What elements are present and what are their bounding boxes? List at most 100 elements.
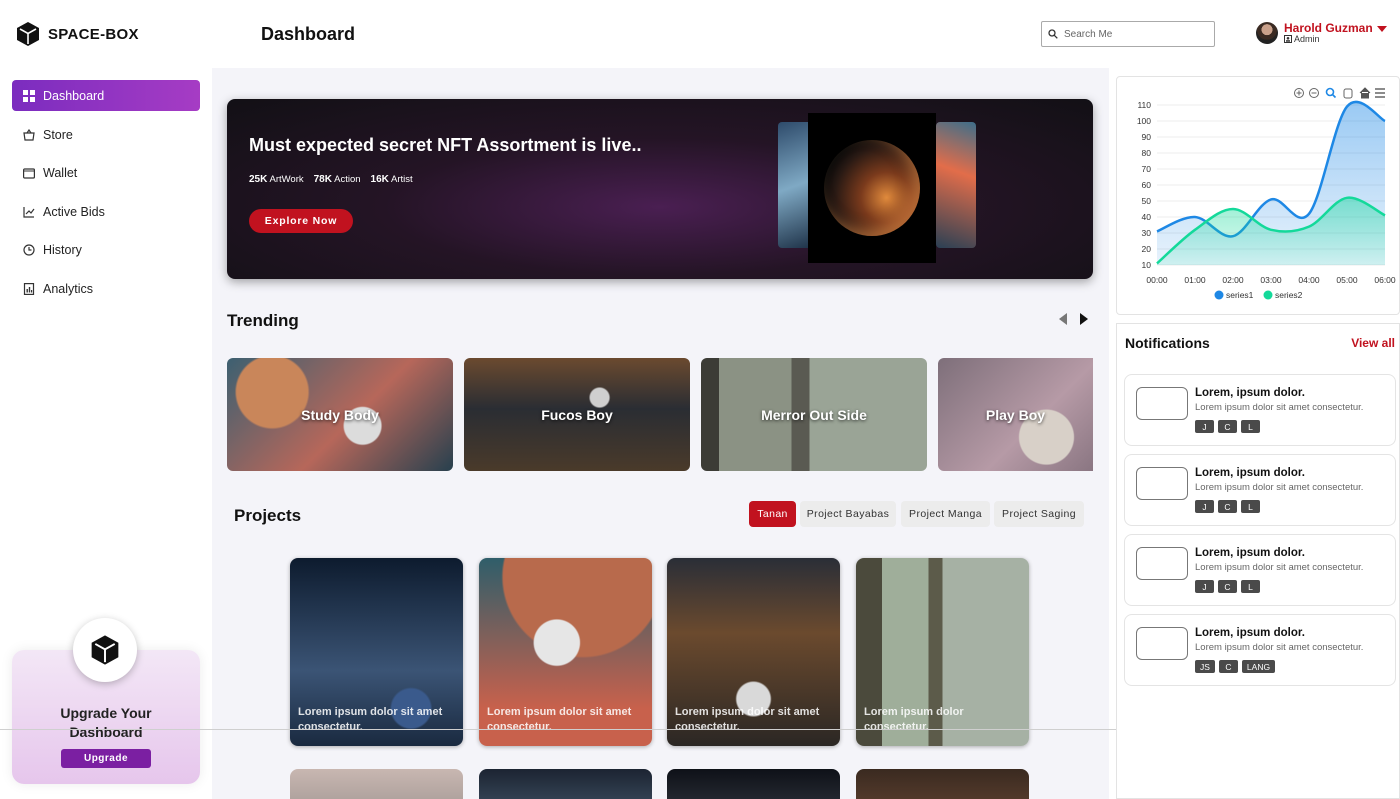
notification-tags: J C L — [1195, 420, 1260, 433]
y-tick-label: 90 — [1142, 132, 1152, 142]
filter-chip-saging[interactable]: Project Saging — [994, 501, 1084, 527]
explore-now-button[interactable]: Explore Now — [249, 209, 353, 233]
avatar — [1256, 22, 1278, 44]
notifications-panel: Notifications View all Lorem, ipsum dolo… — [1116, 323, 1400, 799]
notification-tags: J C L — [1195, 580, 1260, 593]
upgrade-button[interactable]: Upgrade — [61, 749, 151, 768]
banner-stats: 25K ArtWork 78K Action 16K Artist — [249, 174, 413, 185]
clock-icon — [23, 243, 35, 256]
notifications-title: Notifications — [1125, 335, 1210, 351]
project-card[interactable]: Lorem ipsum dolor consectetur. — [856, 558, 1029, 746]
user-name: Harold Guzman — [1284, 21, 1373, 35]
magnify-icon[interactable] — [1325, 87, 1337, 99]
trending-card[interactable]: Merror Out Side — [701, 358, 927, 471]
filter-chip-bayabas[interactable]: Project Bayabas — [800, 501, 896, 527]
menu-icon[interactable] — [1375, 88, 1385, 98]
search-icon — [1048, 29, 1058, 39]
y-tick-label: 70 — [1142, 164, 1152, 174]
project-card-partial[interactable] — [290, 769, 463, 799]
sidebar-item-label: Active Bids — [43, 204, 105, 219]
notification-body: Lorem ipsum dolor sit amet consectetur. — [1195, 642, 1364, 653]
sidebar-item-analytics[interactable]: Analytics — [12, 273, 200, 304]
tag: J — [1195, 580, 1214, 593]
page-title: Dashboard — [261, 24, 356, 44]
sidebar-item-label: Store — [43, 127, 73, 142]
trending-card-label: Study Body — [301, 406, 379, 423]
trending-prev-icon[interactable] — [1059, 313, 1067, 325]
sidebar-item-label: Analytics — [43, 281, 94, 296]
legend-marker-series2 — [1263, 290, 1273, 300]
project-card-partial[interactable] — [479, 769, 652, 799]
y-tick-label: 30 — [1142, 228, 1152, 238]
wallet-icon — [23, 167, 35, 179]
upgrade-badge — [73, 618, 137, 682]
x-tick-label: 01:00 — [1184, 275, 1206, 285]
y-tick-label: 20 — [1142, 244, 1152, 254]
sidebar-item-label: History — [43, 242, 82, 257]
basket-icon — [23, 128, 35, 141]
x-tick-label: 03:00 — [1260, 275, 1282, 285]
user-dropdown-caret-icon[interactable] — [1377, 26, 1387, 32]
search-box[interactable] — [1041, 21, 1215, 47]
project-card-partial[interactable] — [667, 769, 840, 799]
tag: J — [1195, 420, 1214, 433]
project-caption: Lorem ipsum dolor sit amet consectetur. — [487, 706, 632, 733]
home-icon[interactable] — [1359, 87, 1371, 99]
trending-title: Trending — [227, 311, 299, 330]
notification-item[interactable]: Lorem, ipsum dolor. Lorem ipsum dolor si… — [1124, 454, 1396, 526]
trending-card[interactable]: Play Boy — [938, 358, 1093, 471]
notification-thumbnail — [1136, 387, 1188, 420]
trending-card[interactable]: Fucos Boy — [464, 358, 690, 471]
notification-body: Lorem ipsum dolor sit amet consectetur. — [1195, 562, 1364, 573]
sidebar-item-wallet[interactable]: Wallet — [12, 157, 200, 188]
upgrade-title: Upgrade Your Dashboard — [12, 704, 200, 742]
project-card-partial[interactable] — [856, 769, 1029, 799]
notification-item[interactable]: Lorem, ipsum dolor. Lorem ipsum dolor si… — [1124, 374, 1396, 446]
notification-item[interactable]: Lorem, ipsum dolor. Lorem ipsum dolor si… — [1124, 534, 1396, 606]
user-menu[interactable]: Harold Guzman Admin — [1256, 22, 1373, 44]
chart-toolbar[interactable] — [1294, 87, 1386, 99]
y-tick-label: 10 — [1142, 260, 1152, 270]
notification-thumbnail — [1136, 627, 1188, 660]
search-input[interactable] — [1064, 28, 1204, 40]
report-icon — [23, 282, 35, 295]
sidebar-item-history[interactable]: History — [12, 234, 200, 265]
x-tick-label: 04:00 — [1298, 275, 1320, 285]
notification-item[interactable]: Lorem, ipsum dolor. Lorem ipsum dolor si… — [1124, 614, 1396, 686]
notification-body: Lorem ipsum dolor sit amet consectetur. — [1195, 482, 1364, 493]
project-caption: Lorem ipsum dolor consectetur. — [864, 706, 964, 733]
notification-thumbnail — [1136, 467, 1188, 500]
sidebar-item-store[interactable]: Store — [12, 119, 200, 150]
sidebar-item-active-bids[interactable]: Active Bids — [12, 196, 200, 227]
banner-art-main — [808, 113, 936, 263]
tag: C — [1218, 660, 1238, 673]
id-badge-icon — [1284, 35, 1292, 43]
legend-label-series1: series1 — [1226, 290, 1254, 300]
view-all-link[interactable]: View all — [1351, 336, 1395, 350]
filter-chip-tanan[interactable]: Tanan — [749, 501, 796, 527]
logo-text: SPACE-BOX — [48, 25, 139, 43]
chart-card: 10 20 30 40 50 60 70 80 90 100 110 00:00 01:00 02:00… — [1116, 76, 1400, 315]
project-card[interactable]: Lorem ipsum dolor sit amet consectetur. — [667, 558, 840, 746]
grid-icon — [23, 89, 35, 102]
trending-next-icon[interactable] — [1080, 313, 1088, 325]
zoom-in-icon[interactable] — [1294, 88, 1304, 98]
y-tick-label: 80 — [1142, 148, 1152, 158]
trending-card[interactable]: Study Body — [227, 358, 453, 471]
notification-body: Lorem ipsum dolor sit amet consectetur. — [1195, 402, 1364, 413]
legend-label-series2: series2 — [1275, 290, 1303, 300]
zoom-out-icon[interactable] — [1309, 88, 1319, 98]
y-tick-label: 40 — [1142, 212, 1152, 222]
hero-banner: Must expected secret NFT Assortment is l… — [227, 99, 1093, 279]
pan-hand-icon[interactable] — [1343, 88, 1353, 99]
area-chart: 10 20 30 40 50 60 70 80 90 100 110 00:00 01:00 02:00… — [1137, 87, 1396, 300]
project-card[interactable]: Lorem ipsum dolor sit amet consectetur. — [290, 558, 463, 746]
filter-chip-manga[interactable]: Project Manga — [901, 501, 990, 527]
project-card[interactable]: Lorem ipsum dolor sit amet consectetur. — [479, 558, 652, 746]
sidebar-item-dashboard[interactable]: Dashboard — [12, 80, 200, 111]
notification-tags: J C L — [1195, 500, 1260, 513]
logo[interactable]: SPACE-BOX — [14, 20, 139, 48]
x-tick-label: 02:00 — [1222, 275, 1244, 285]
cube-icon — [91, 635, 119, 665]
tag: JS — [1195, 660, 1215, 673]
